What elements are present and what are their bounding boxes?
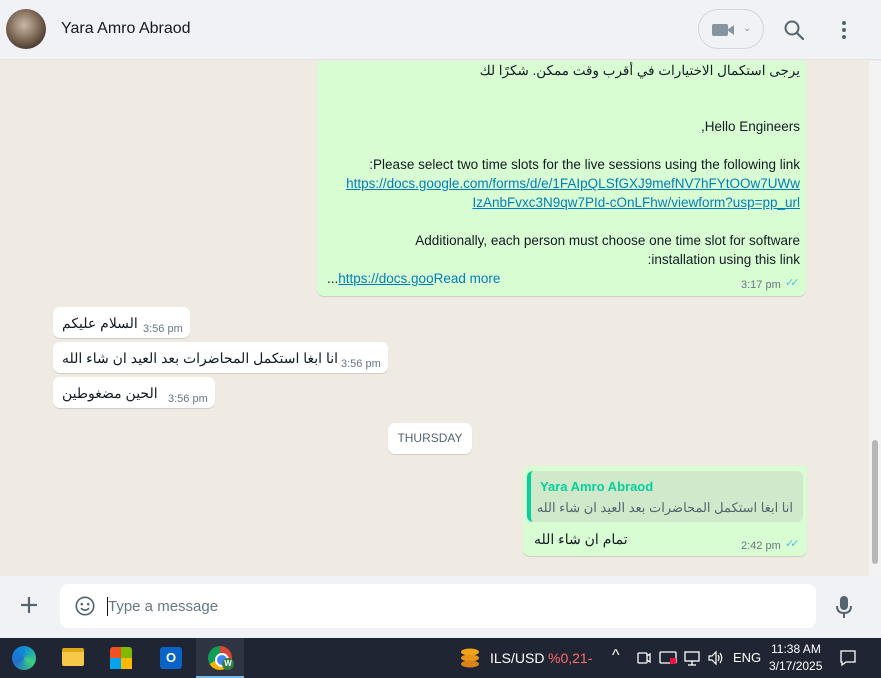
network-icon[interactable] [683, 650, 701, 666]
message-time: 3:56 pm [341, 358, 381, 370]
contact-name[interactable]: Yara Amro Abraod [61, 20, 191, 38]
message-text: Additionally, each person must choose on… [415, 233, 800, 248]
message-link[interactable]: https://docs.goo [338, 271, 433, 286]
message-list[interactable]: يرجى استكمال الاختيارات في أقرب وقت ممكن… [0, 61, 881, 576]
message-input-box[interactable] [60, 584, 816, 628]
ellipsis: ... [327, 271, 339, 286]
outlook-icon: O [160, 647, 182, 669]
emoji-icon[interactable] [74, 595, 96, 617]
taskbar: O W ILS/USD %0,21- ^ ENG 11:38 AM 3/17/2… [0, 638, 881, 678]
message-time: 3:56 pm [143, 323, 183, 335]
message-time: 3:17 pm [741, 279, 781, 291]
language-indicator[interactable]: ENG [733, 650, 761, 665]
scrollbar-thumb[interactable] [872, 440, 878, 564]
chevron-down-icon: ⌄ [743, 23, 752, 34]
currency-change[interactable]: %0,21- [548, 650, 592, 666]
menu-icon[interactable] [832, 18, 856, 42]
store-icon [110, 647, 132, 669]
quoted-message[interactable]: Yara Amro Abraod انا ابغا استكمل المحاضر… [527, 471, 803, 522]
video-call-icon [712, 24, 728, 36]
clock-time[interactable]: 11:38 AM [771, 642, 821, 656]
avatar[interactable] [6, 9, 46, 49]
message-text: ,Hello Engineers [700, 119, 800, 134]
message-time: 3:56 pm [168, 393, 208, 405]
message-outgoing[interactable]: يرجى استكمال الاختيارات في أقرب وقت ممكن… [317, 61, 806, 296]
message-time: 2:42 pm [741, 540, 781, 552]
message-input[interactable] [108, 584, 798, 628]
taskbar-edge[interactable] [0, 638, 44, 678]
message-text: تمام ان شاء الله [534, 531, 628, 547]
search-icon[interactable] [782, 18, 806, 42]
quote-text: انا ابغا استكمل المحاضرات بعد العيد ان ش… [536, 500, 793, 515]
message-link[interactable]: IzAnbFvxc3N9qw7PId-cOnLFhw/viewform?usp=… [472, 195, 800, 210]
file-explorer-icon [62, 648, 84, 666]
message-incoming[interactable]: السلام عليكم 3:56 pm [53, 307, 190, 338]
video-call-button[interactable]: ⌄ [698, 9, 764, 49]
taskbar-store[interactable] [98, 638, 142, 678]
chat-header: Yara Amro Abraod ⌄ [0, 0, 881, 60]
composer [0, 576, 881, 638]
quote-author: Yara Amro Abraod [540, 479, 654, 494]
plus-icon[interactable] [17, 593, 41, 617]
message-text: الحين مضغوطين [62, 385, 158, 401]
edge-icon [12, 646, 36, 670]
notifications-icon[interactable] [839, 649, 857, 667]
taskbar-file-explorer[interactable] [50, 638, 94, 678]
read-ticks-icon: ✓✓ [785, 538, 800, 550]
meet-now-icon[interactable] [636, 650, 652, 666]
display-icon[interactable] [659, 650, 677, 666]
message-incoming[interactable]: انا ابغا استكمل المحاضرات بعد العيد ان ش… [53, 342, 388, 373]
profile-badge: W [222, 658, 234, 670]
mic-icon[interactable] [834, 594, 854, 620]
currency-widget-icon[interactable] [459, 646, 481, 670]
message-text: يرجى استكمال الاختيارات في أقرب وقت ممكن… [479, 63, 800, 78]
chevron-up-icon[interactable]: ^ [612, 647, 620, 665]
taskbar-chrome[interactable]: W [196, 638, 244, 678]
currency-label[interactable]: ILS/USD [490, 650, 544, 666]
message-text: :Please select two time slots for the li… [369, 157, 800, 172]
clock-date[interactable]: 3/17/2025 [769, 659, 822, 673]
date-divider: THURSDAY [388, 423, 472, 454]
message-text: السلام عليكم [62, 315, 138, 331]
message-link[interactable]: https://docs.google.com/forms/d/e/1FAIpQ… [346, 176, 800, 191]
taskbar-outlook[interactable]: O [148, 638, 192, 678]
message-incoming[interactable]: الحين مضغوطين 3:56 pm [53, 377, 215, 408]
read-ticks-icon: ✓✓ [785, 277, 800, 289]
read-more-link[interactable]: Read more [434, 271, 501, 286]
volume-icon[interactable] [707, 650, 725, 666]
message-text: انا ابغا استكمل المحاضرات بعد العيد ان ش… [62, 350, 339, 366]
message-text: :installation using this link [647, 252, 800, 267]
